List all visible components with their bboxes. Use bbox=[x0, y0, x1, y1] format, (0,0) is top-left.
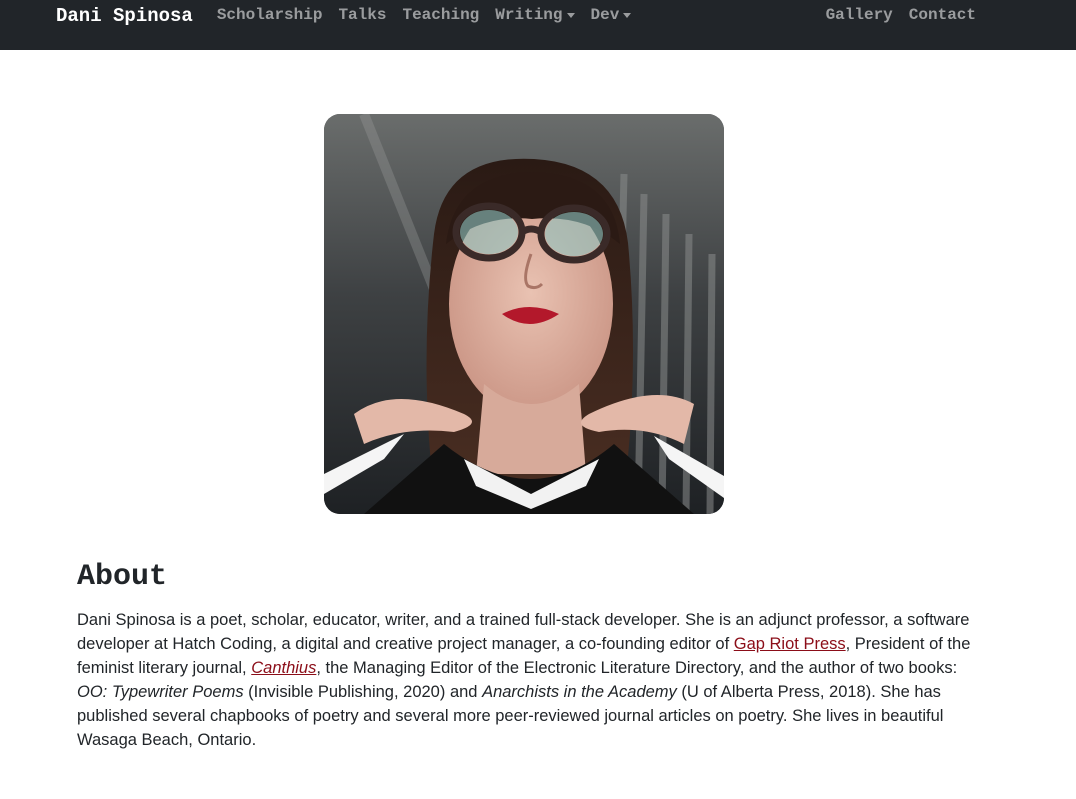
nav-contact[interactable]: Contact bbox=[901, 6, 984, 24]
gap-riot-press-link[interactable]: Gap Riot Press bbox=[734, 635, 846, 653]
nav-contact-label: Contact bbox=[908, 6, 976, 24]
about-text-4: (Invisible Publishing, 2020) and bbox=[243, 683, 483, 701]
nav-scholarship[interactable]: Scholarship bbox=[209, 6, 331, 24]
nav-talks-label: Talks bbox=[338, 6, 387, 24]
canthius-link[interactable]: Canthius bbox=[251, 659, 316, 677]
nav-right-group: Gallery Contact bbox=[818, 6, 1020, 34]
book-title-oo: OO: Typewriter Poems bbox=[77, 683, 244, 701]
about-heading: About bbox=[77, 560, 168, 594]
nav-gallery-label: Gallery bbox=[825, 6, 893, 24]
about-paragraph: Dani Spinosa is a poet, scholar, educato… bbox=[77, 608, 977, 752]
caret-down-icon bbox=[623, 12, 632, 18]
nav-teaching[interactable]: Teaching bbox=[394, 6, 487, 24]
nav-teaching-label: Teaching bbox=[402, 6, 480, 24]
nav-writing-dropdown[interactable]: Writing bbox=[487, 6, 582, 24]
nav-writing-label: Writing bbox=[495, 6, 563, 24]
nav-talks[interactable]: Talks bbox=[330, 6, 394, 24]
nav-gallery[interactable]: Gallery bbox=[818, 6, 901, 24]
caret-down-icon bbox=[566, 12, 575, 18]
top-navbar: Dani Spinosa Scholarship Talks Teaching … bbox=[0, 0, 1076, 50]
about-text-3: , the Managing Editor of the Electronic … bbox=[316, 659, 958, 677]
nav-dev-label: Dev bbox=[590, 6, 620, 24]
canthius-link-label: Canthius bbox=[251, 659, 317, 677]
nav-scholarship-label: Scholarship bbox=[216, 6, 323, 24]
profile-photo bbox=[324, 114, 724, 514]
brand-link[interactable]: Dani Spinosa bbox=[56, 5, 193, 27]
book-title-anarchists: Anarchists in the Academy bbox=[482, 683, 677, 701]
nav-dev-dropdown[interactable]: Dev bbox=[583, 6, 640, 24]
